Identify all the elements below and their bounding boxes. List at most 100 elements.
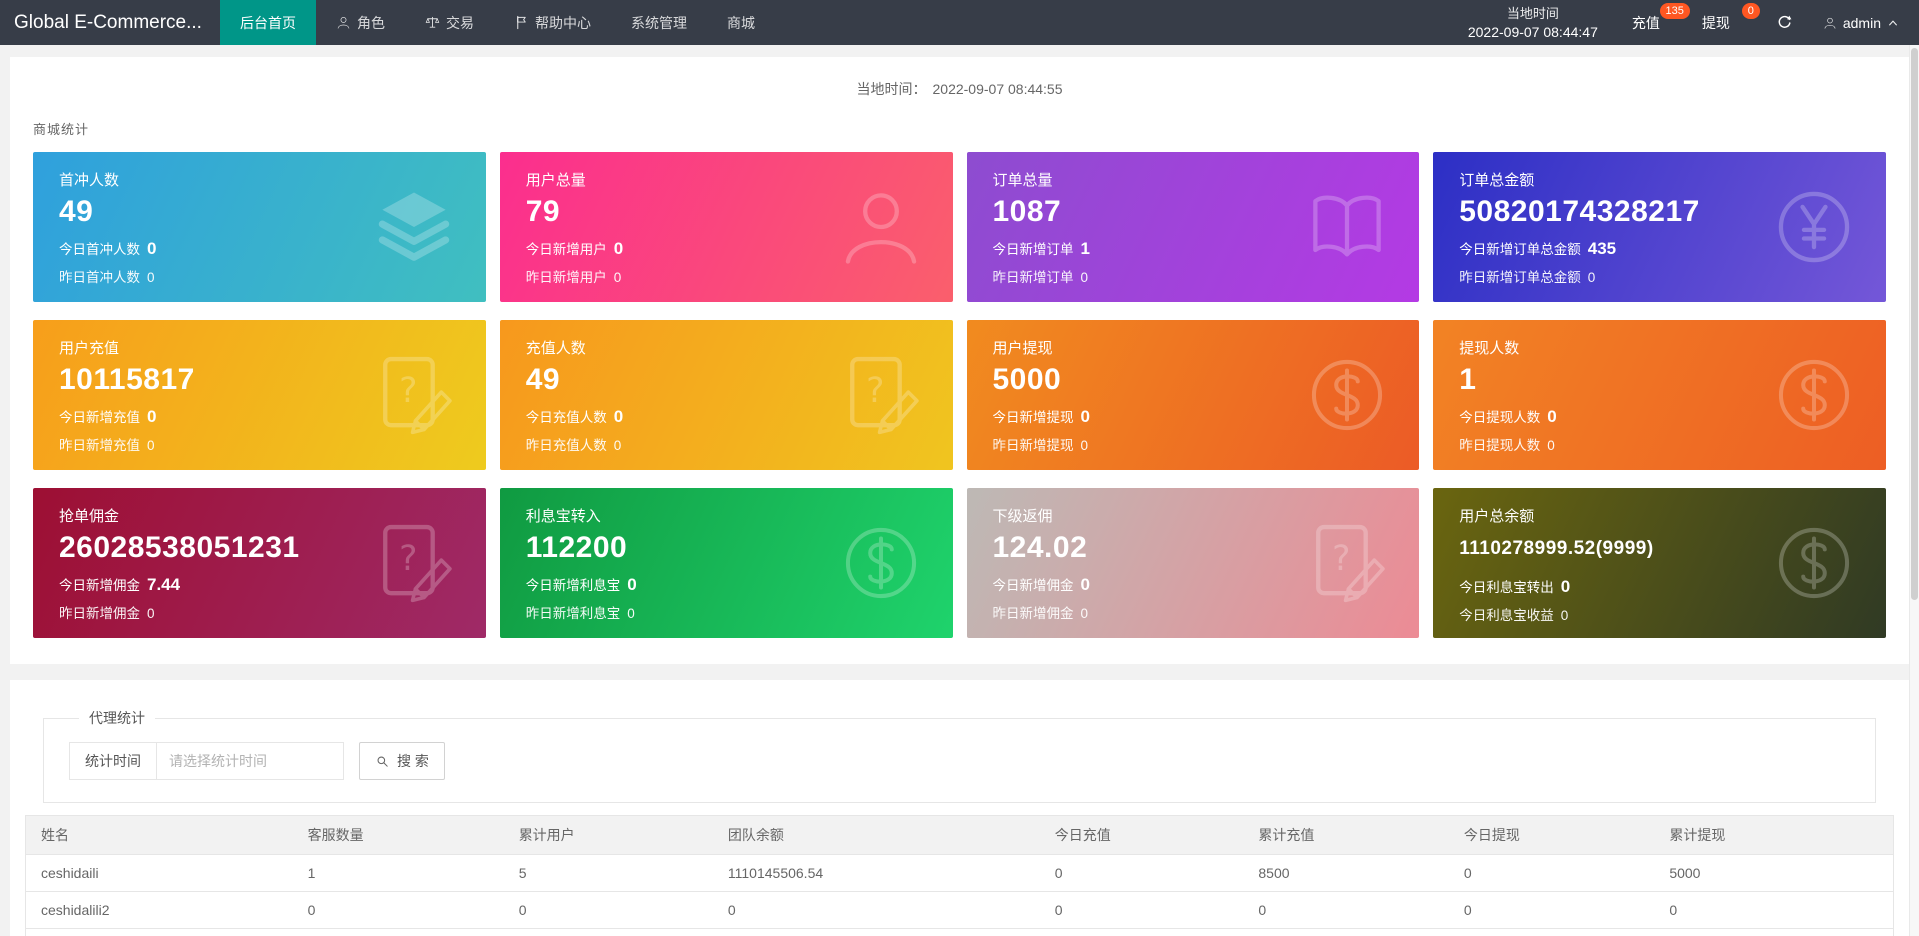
local-time-value: 2022-09-07 08:44:47: [1467, 24, 1598, 40]
navbar: Global E-Commerce... 后台首页 角色 交易 帮助中心 系统管理 商城 …: [0, 0, 1919, 45]
table-cell: 1110145506.54: [712, 854, 1040, 892]
withdraw-nav-item[interactable]: 提现 0: [1694, 0, 1760, 45]
table-body: ceshidaili 1 5 1110145506.54 0 8500 0 5000 ceshi…: [25, 854, 1894, 936]
recharge-badge: 135: [1659, 3, 1690, 19]
stat-card: 提现人数 1 今日提现人数 0 昨日提现人数 0: [1433, 320, 1886, 470]
edit-icon: [368, 349, 460, 441]
stat-cards-grid: 首冲人数 49 今日首冲人数 0 昨日首冲人数 0 用户总量 79 今日新增用户 0 …: [33, 152, 1886, 638]
table-cell: 0: [292, 928, 504, 936]
stat-card: 抢单佣金 26028538051231 今日新增佣金 7.44 昨日新增佣金 0: [33, 488, 486, 638]
dollar-icon: [1768, 349, 1860, 441]
table-cell: a00001: [25, 928, 293, 936]
user-icon: [835, 181, 927, 273]
withdraw-badge: 0: [1741, 3, 1760, 19]
stat-card: 下级返佣 124.02 今日新增佣金 0 昨日新增佣金 0: [966, 488, 1420, 638]
stat-card: 用户总余额 1110278999.52(9999) 今日利息宝转出 0 今日利息宝…: [1433, 488, 1886, 638]
table-header-row: 姓名 客服数量 累计用户 团队余额 今日充值 累计充值 今日提现 累计提现: [25, 815, 1894, 855]
person-icon: [1823, 16, 1837, 30]
edit-icon: [835, 349, 927, 441]
local-time-line: 当地时间： 2022-09-07 08:44:55: [33, 79, 1886, 99]
agent-stats-panel: 代理统计 统计时间 搜 索 姓名客服数量累计用户团队余额今日充值累计充值今日提现…: [10, 680, 1909, 936]
column-header: 累计用户: [503, 815, 713, 855]
table-cell: ceshidaili: [25, 854, 293, 892]
stat-time-label: 统计时间: [69, 742, 157, 780]
edit-icon: [1301, 517, 1393, 609]
table-cell: 5: [503, 854, 713, 892]
recharge-label: 充值: [1631, 14, 1660, 31]
edit-icon: [368, 517, 460, 609]
stat-card: 用户提现 5000 今日新增提现 0 昨日新增提现 0: [966, 320, 1420, 470]
table-cell: 0: [1448, 854, 1655, 892]
search-button-label: 搜 索: [397, 753, 429, 769]
nav-item-1[interactable]: 角色: [316, 0, 405, 45]
table-cell: 5000: [1654, 854, 1894, 892]
panel-time-value: 2022-09-07 08:44:55: [932, 81, 1063, 97]
stat-card: 订单总量 1087 今日新增订单 1 昨日新增订单 0: [966, 152, 1420, 302]
refresh-icon: [1776, 14, 1793, 31]
table-cell: 0: [1039, 891, 1244, 929]
chevron-up-icon: [1887, 17, 1899, 29]
stat-card: 订单总金额 50820174328217 今日新增订单总金额 435 昨日新增订单…: [1433, 152, 1886, 302]
column-header: 客服数量: [292, 815, 504, 855]
local-time-label: 当地时间: [1506, 6, 1559, 21]
agent-table: 姓名 客服数量 累计用户 团队余额 今日充值 累计充值 今日提现 累计提现 ceshidail…: [25, 815, 1894, 936]
navbar-local-time: 当地时间 2022-09-07 08:44:47: [1458, 0, 1620, 45]
dollar-icon: [1768, 517, 1860, 609]
yen-icon: [1768, 181, 1860, 273]
table-cell: 8500: [1243, 854, 1449, 892]
mall-stats-panel: 当地时间： 2022-09-07 08:44:55 商城统计 首冲人数 49 今日…: [10, 57, 1909, 664]
table-cell: 0: [1039, 928, 1244, 936]
nav-item-4[interactable]: 系统管理: [611, 0, 707, 45]
table-cell: 0: [1243, 891, 1449, 929]
stat-card: 用户充值 10115817 今日新增充值 0 昨日新增充值 0: [33, 320, 486, 470]
table-cell: 0: [712, 928, 1040, 936]
column-header: 今日提现: [1448, 815, 1655, 855]
navbar-right: 当地时间 2022-09-07 08:44:47 充值 135 提现 0 adm…: [1458, 0, 1919, 45]
refresh-button[interactable]: [1760, 0, 1809, 45]
stat-card: 利息宝转入 112200 今日新增利息宝 0 昨日新增利息宝 0: [499, 488, 953, 638]
app-title: Global E-Commerce...: [14, 12, 202, 33]
table-row: a000010000000: [25, 928, 1894, 936]
table-cell: 0: [1448, 891, 1655, 929]
stat-time-input[interactable]: [156, 742, 344, 780]
column-header: 今日充值: [1039, 815, 1244, 855]
dollar-icon: [1301, 349, 1393, 441]
page-scrollbar[interactable]: [1909, 45, 1919, 936]
column-header: 团队余额: [712, 815, 1040, 855]
main-menu: 后台首页 角色 交易 帮助中心 系统管理 商城: [219, 0, 775, 45]
recharge-nav-item[interactable]: 充值 135: [1624, 0, 1690, 45]
table-cell: 0: [1039, 854, 1244, 892]
book-icon: [1301, 181, 1393, 273]
table-cell: 0: [503, 928, 713, 936]
flag-icon: [514, 15, 529, 30]
nav-item-3[interactable]: 帮助中心: [494, 0, 611, 45]
agent-legend: 代理统计: [89, 710, 145, 726]
table-cell: 0: [712, 891, 1040, 929]
nav-item-5[interactable]: 商城: [707, 0, 775, 45]
table-cell: 0: [292, 891, 504, 929]
layers-icon: [368, 181, 460, 273]
table-cell: 0: [1654, 928, 1894, 936]
stat-card: 充值人数 49 今日充值人数 0 昨日充值人数 0: [499, 320, 953, 470]
table-cell: 0: [503, 891, 713, 929]
table-cell: ceshidalili2: [25, 891, 293, 929]
withdraw-label: 提现: [1701, 14, 1730, 31]
stat-card: 首冲人数 49 今日首冲人数 0 昨日首冲人数 0: [33, 152, 486, 302]
user-icon: [336, 15, 351, 30]
search-icon: [375, 754, 390, 769]
table-cell: 0: [1654, 891, 1894, 929]
panel-time-label: 当地时间：: [856, 81, 927, 97]
section-title: 商城统计: [33, 122, 90, 137]
column-header: 累计充值: [1243, 815, 1449, 855]
column-header: 姓名: [25, 815, 293, 855]
table-cell: 0: [1243, 928, 1449, 936]
nav-item-0[interactable]: 后台首页: [219, 0, 316, 45]
admin-menu[interactable]: admin: [1809, 0, 1905, 45]
search-button[interactable]: 搜 索: [359, 742, 445, 780]
nav-item-2[interactable]: 交易: [405, 0, 494, 45]
scales-icon: [425, 15, 440, 30]
scrollbar-thumb[interactable]: [1911, 48, 1918, 601]
table-cell: 0: [1448, 928, 1655, 936]
main-content: 当地时间： 2022-09-07 08:44:55 商城统计 首冲人数 49 今日…: [0, 57, 1919, 936]
dollar-icon: [835, 517, 927, 609]
